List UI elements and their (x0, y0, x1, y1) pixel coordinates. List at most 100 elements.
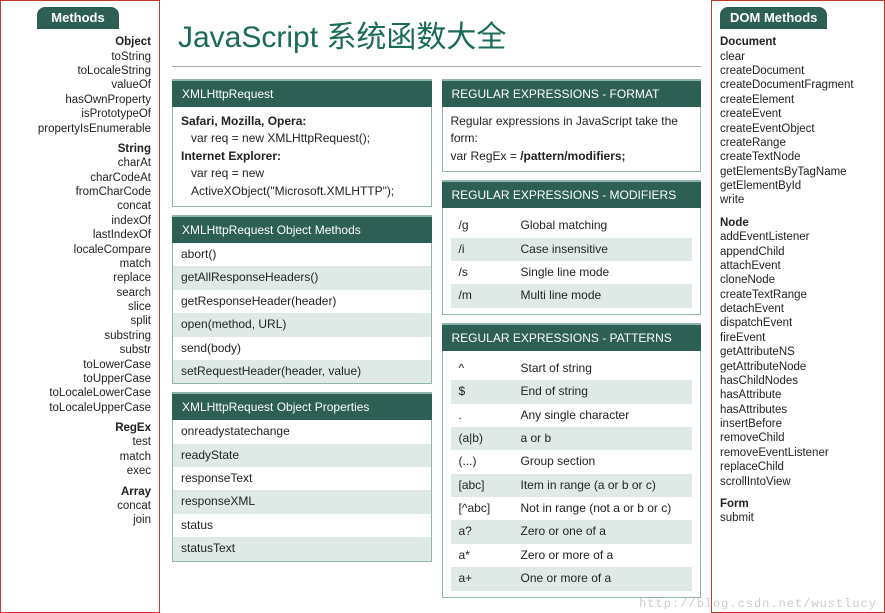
left-heading: Methods (37, 7, 118, 29)
method-item: createTextNode (720, 150, 880, 164)
method-item: clear (720, 50, 880, 64)
table-row: /sSingle line mode (451, 261, 693, 284)
cell-val: Global matching (521, 217, 685, 234)
cell-key: a? (459, 523, 521, 540)
method-item: dispatchEvent (720, 316, 880, 330)
method-item: propertyIsEnumerable (5, 122, 151, 136)
list-item: responseText (173, 467, 431, 490)
table-row: ^Start of string (451, 357, 693, 380)
method-item: createDocumentFragment (720, 78, 880, 92)
method-item: insertBefore (720, 417, 880, 431)
group-heading: RegEx (5, 421, 151, 435)
list-item: responseXML (173, 490, 431, 513)
cell-val: a or b (521, 430, 685, 447)
cell-key: [abc] (459, 477, 521, 494)
method-item: createEventObject (720, 122, 880, 136)
table-row: /mMulti line mode (451, 284, 693, 307)
method-item: substring (5, 329, 151, 343)
method-item: getAttributeNode (720, 360, 880, 374)
group-regex: RegExtestmatchexec (5, 421, 151, 479)
cell-val: Group section (521, 453, 685, 470)
method-item: write (720, 193, 880, 207)
list-item: onreadystatechange (173, 420, 431, 443)
list-item: getAllResponseHeaders() (173, 266, 431, 289)
method-item: join (5, 513, 151, 527)
method-item: match (5, 450, 151, 464)
group-array: Arrayconcatjoin (5, 485, 151, 528)
method-item: hasAttribute (720, 388, 880, 402)
method-item: test (5, 435, 151, 449)
cell-val: Multi line mode (521, 287, 685, 304)
method-item: toLocaleUpperCase (5, 401, 151, 415)
cell-key: a+ (459, 570, 521, 587)
table-row: $End of string (451, 380, 693, 403)
xhr-l1: var req = new XMLHttpRequest(); (181, 130, 423, 147)
method-item: concat (5, 499, 151, 513)
cell-key: $ (459, 383, 521, 400)
method-item: valueOf (5, 78, 151, 92)
method-item: getElementsByTagName (720, 165, 880, 179)
list-item: getResponseHeader(header) (173, 290, 431, 313)
re-mods-body: /gGlobal matching/iCase insensitive/sSin… (442, 208, 702, 315)
col-right: REGULAR EXPRESSIONS - FORMAT Regular exp… (442, 79, 702, 606)
group-heading: String (5, 142, 151, 156)
cell-val: Zero or one of a (521, 523, 685, 540)
method-item: createTextRange (720, 288, 880, 302)
cell-val: End of string (521, 383, 685, 400)
re-format-l2: var RegEx = /pattern/modifiers; (451, 148, 693, 165)
method-item: substr (5, 343, 151, 357)
group-object: ObjecttoStringtoLocaleStringvalueOfhasOw… (5, 35, 151, 136)
cell-key: a* (459, 547, 521, 564)
cell-val: Item in range (a or b or c) (521, 477, 685, 494)
method-item: localeCompare (5, 243, 151, 257)
cell-val: Start of string (521, 360, 685, 377)
table-row: [abc]Item in range (a or b or c) (451, 474, 693, 497)
method-item: fromCharCode (5, 185, 151, 199)
col-left: XMLHttpRequest Safari, Mozilla, Opera: v… (172, 79, 432, 606)
group-heading: Object (5, 35, 151, 49)
re-format-l2b: /pattern/modifiers; (520, 149, 625, 163)
xhr-body: Safari, Mozilla, Opera: var req = new XM… (172, 107, 432, 207)
cell-val: Any single character (521, 407, 685, 424)
cell-key: (...) (459, 453, 521, 470)
right-sidebar: DOM Methods DocumentclearcreateDocumentc… (711, 0, 885, 613)
method-item: exec (5, 464, 151, 478)
group-heading: Node (720, 216, 880, 230)
method-item: createDocument (720, 64, 880, 78)
cell-key: /g (459, 217, 521, 234)
table-row: (...)Group section (451, 450, 693, 473)
table-row: [^abc]Not in range (not a or b or c) (451, 497, 693, 520)
group-heading: Array (5, 485, 151, 499)
table-row: .Any single character (451, 404, 693, 427)
main-content: JavaScript 系统函数大全 XMLHttpRequest Safari,… (160, 0, 711, 613)
group-form: Formsubmit (720, 497, 880, 526)
method-item: getElementById (720, 179, 880, 193)
list-item: readyState (173, 444, 431, 467)
method-item: getAttributeNS (720, 345, 880, 359)
method-item: hasOwnProperty (5, 93, 151, 107)
cell-val: One or more of a (521, 570, 685, 587)
method-item: attachEvent (720, 259, 880, 273)
cell-val: Not in range (not a or b or c) (521, 500, 685, 517)
table-row: a*Zero or more of a (451, 544, 693, 567)
method-item: removeChild (720, 431, 880, 445)
table-row: a?Zero or one of a (451, 520, 693, 543)
table-row: (a|b)a or b (451, 427, 693, 450)
cell-key: (a|b) (459, 430, 521, 447)
list-item: send(body) (173, 337, 431, 360)
re-pats-body: ^Start of string$End of string.Any singl… (442, 351, 702, 598)
method-item: createRange (720, 136, 880, 150)
method-item: toLowerCase (5, 358, 151, 372)
method-item: match (5, 257, 151, 271)
xhr-props-body: onreadystatechangereadyStateresponseText… (172, 420, 432, 561)
method-item: isPrototypeOf (5, 107, 151, 121)
table-row: a+One or more of a (451, 567, 693, 590)
cell-val: Single line mode (521, 264, 685, 281)
method-item: charAt (5, 156, 151, 170)
cell-key: ^ (459, 360, 521, 377)
method-item: split (5, 314, 151, 328)
method-item: slice (5, 300, 151, 314)
method-item: search (5, 286, 151, 300)
re-pats-heading: REGULAR EXPRESSIONS - PATTERNS (442, 323, 702, 351)
re-format-heading: REGULAR EXPRESSIONS - FORMAT (442, 79, 702, 107)
